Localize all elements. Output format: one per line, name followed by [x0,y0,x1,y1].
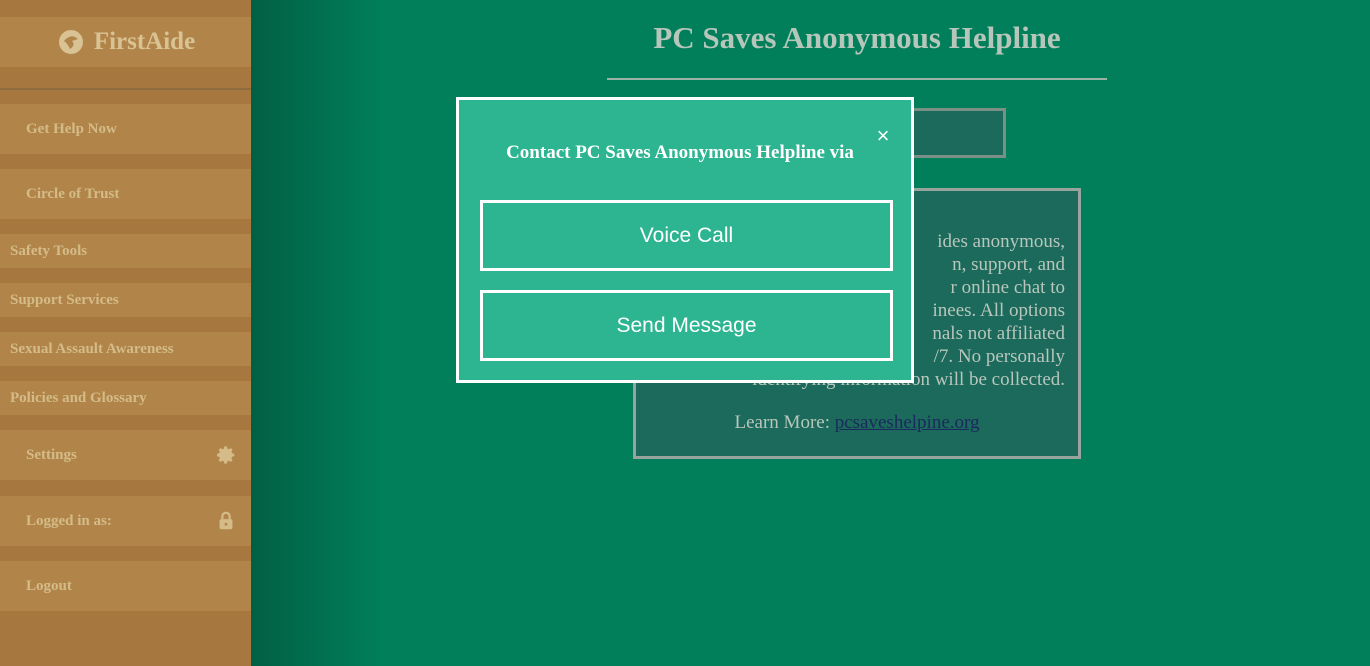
learn-more-link[interactable]: pcsaveshelpine.org [835,412,980,433]
close-icon[interactable]: × [871,124,895,148]
sidebar-item-get-help-now[interactable]: Get Help Now [0,104,251,154]
app-name: FirstAide [93,28,196,55]
lock-icon [219,511,233,530]
modal-title: Contact PC Saves Anonymous Helpline via [506,142,854,163]
sidebar-item-logged-in-as: Logged in as: [0,496,251,546]
sidebar-item-label: Sexual Assault Awareness [10,340,174,357]
title-divider [607,78,1107,80]
gear-icon [217,446,235,464]
sidebar-item-label: Logged in as: [26,512,112,529]
sidebar-item-policies-and-glossary[interactable]: Policies and Glossary [0,381,251,415]
sidebar-logo[interactable]: FirstAide [0,17,251,67]
sidebar-item-logout[interactable]: Logout [0,561,251,611]
sidebar-item-support-services[interactable]: Support Services [0,283,251,317]
contact-button[interactable] [900,108,1006,158]
sidebar-shadow [251,0,381,666]
contact-modal: Contact PC Saves Anonymous Helpline via … [456,97,914,383]
sidebar-item-label: Support Services [10,291,119,308]
learn-more-label: Learn More: [734,412,830,433]
sidebar: FirstAide Get Help Now Circle of Trust S… [0,0,251,666]
sidebar-item-label: Logout [26,577,72,594]
sidebar-item-label: Get Help Now [26,120,117,137]
sidebar-divider [0,88,251,90]
learn-more: Learn More: pcsaveshelpine.org [633,412,1081,434]
sidebar-item-label: Policies and Glossary [10,389,147,406]
sidebar-item-label: Safety Tools [10,242,88,259]
sidebar-item-circle-of-trust[interactable]: Circle of Trust [0,169,251,219]
send-message-button[interactable]: Send Message [480,290,893,361]
sidebar-item-label: Settings [26,446,77,463]
sidebar-item-safety-tools[interactable]: Safety Tools [0,234,251,268]
firstaide-logo-icon [58,30,83,54]
page-title: PC Saves Anonymous Helpline [653,20,1061,55]
sidebar-item-settings[interactable]: Settings [0,430,251,480]
sidebar-item-label: Circle of Trust [26,185,120,202]
sidebar-item-sexual-assault-awareness[interactable]: Sexual Assault Awareness [0,332,251,366]
voice-call-button[interactable]: Voice Call [480,200,893,271]
